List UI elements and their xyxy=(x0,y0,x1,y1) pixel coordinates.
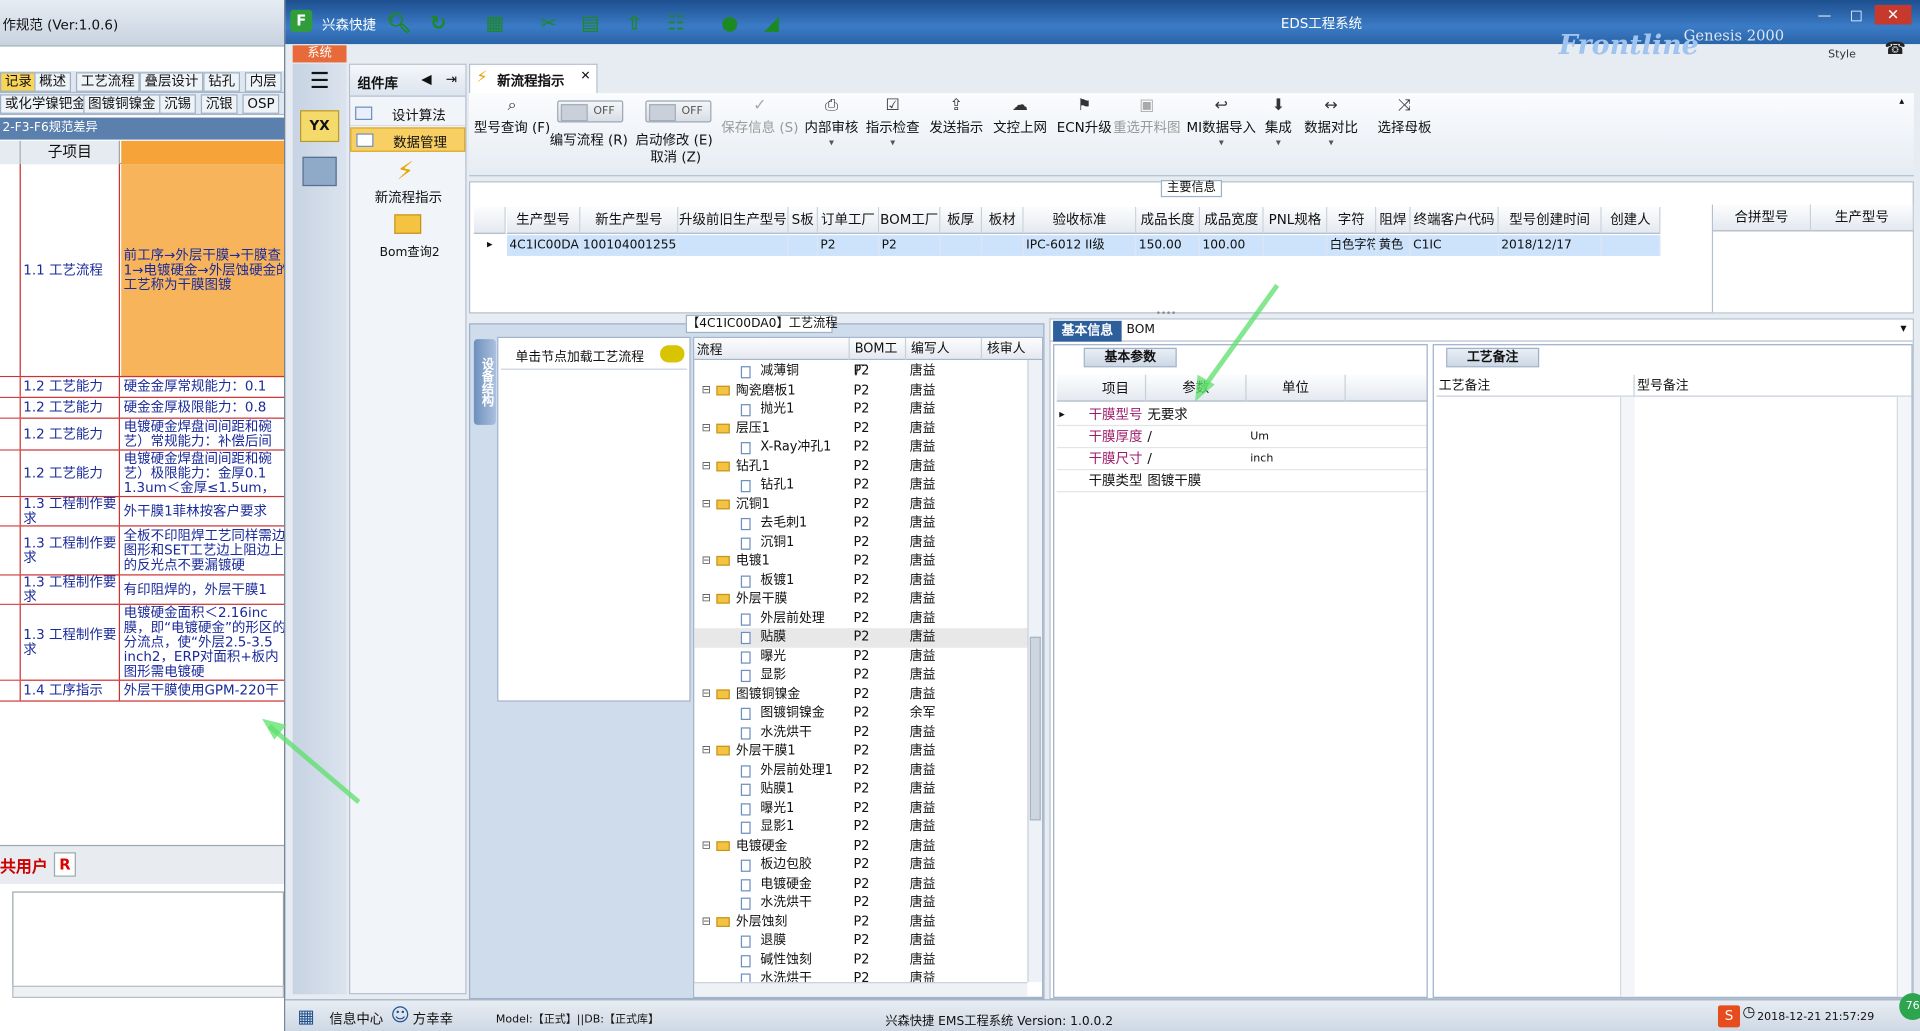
arrow-to-process-row xyxy=(267,724,361,804)
arrow-to-params xyxy=(1200,283,1280,391)
annotation-arrows xyxy=(262,283,1280,804)
screen: 作规范 (Ver:1.0.6) 记录 概述 工艺流程 叠层设计 钻孔 内层 或化… xyxy=(0,0,1920,1031)
